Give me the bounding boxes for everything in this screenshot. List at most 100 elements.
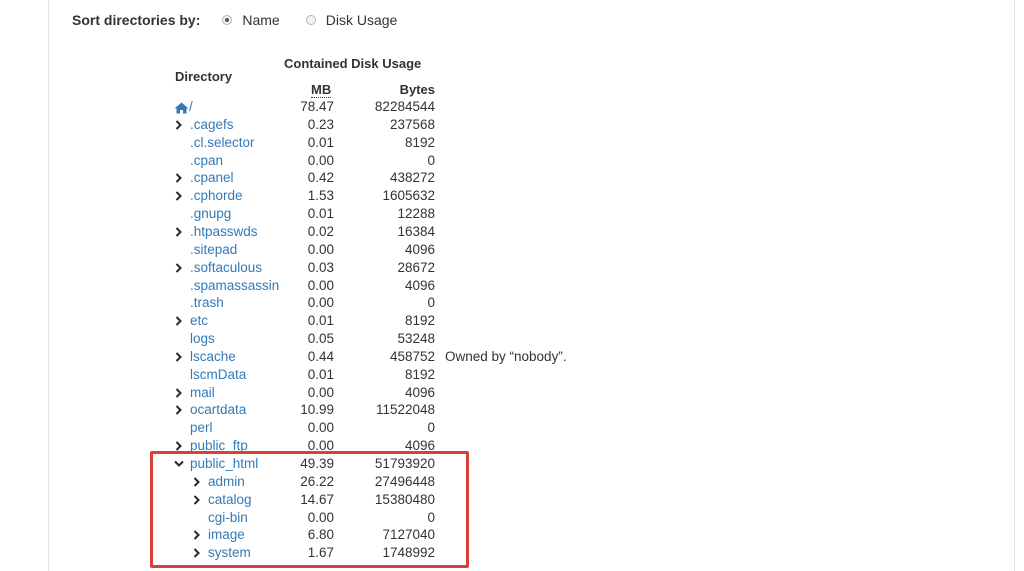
chevron-right-icon[interactable] (173, 437, 185, 455)
mb-value: 0.00 (307, 152, 334, 168)
chevron-right-icon[interactable] (173, 401, 185, 419)
directory-link[interactable]: logs (190, 330, 215, 348)
directory-link[interactable]: .cagefs (190, 116, 234, 134)
directory-link[interactable]: .cphorde (190, 187, 243, 205)
directory-link[interactable]: .gnupg (190, 205, 231, 223)
directory-link[interactable]: .softaculous (190, 259, 262, 277)
mb-value: 0.00 (307, 509, 334, 525)
directory-link[interactable]: .cl.selector (190, 134, 255, 152)
chevron-right-icon[interactable] (173, 116, 185, 134)
table-row: image 6.80 7127040 (0, 526, 1024, 544)
sort-by-name-option[interactable]: Name (222, 12, 280, 28)
directory-link[interactable]: .trash (190, 294, 224, 312)
table-row: .softaculous 0.03 28672 (0, 259, 1024, 277)
table-row: public_ftp 0.00 4096 (0, 437, 1024, 455)
mb-value: 0.00 (307, 277, 334, 293)
mb-column-header[interactable]: MB (311, 83, 332, 98)
contained-disk-usage-header: Contained Disk Usage (284, 56, 422, 71)
bytes-value: 0 (427, 152, 435, 168)
directory-link[interactable]: / (189, 98, 193, 116)
directory-link[interactable]: etc (190, 312, 208, 330)
chevron-right-icon[interactable] (173, 259, 185, 277)
chevron-right-icon[interactable] (173, 187, 185, 205)
directory-link[interactable]: .cpan (190, 152, 223, 170)
sort-by-disk-usage-option[interactable]: Disk Usage (305, 12, 398, 28)
table-row: .spamassassin 0.00 4096 (0, 277, 1024, 295)
directory-link[interactable]: ocartdata (190, 401, 246, 419)
mb-value: 14.67 (300, 491, 334, 507)
mb-value: 49.39 (300, 456, 334, 471)
chevron-right-icon[interactable] (173, 223, 185, 241)
table-row: / 78.47 82284544 (0, 98, 1024, 116)
directory-link[interactable]: system (208, 544, 251, 562)
chevron-right-icon[interactable] (191, 491, 203, 509)
chevron-right-icon[interactable] (191, 544, 203, 562)
bytes-value: 4096 (404, 277, 435, 293)
chevron-right-icon[interactable] (173, 169, 185, 187)
mb-value: 26.22 (300, 473, 334, 489)
bytes-value: 438272 (389, 170, 435, 186)
chevron-right-icon[interactable] (191, 526, 203, 544)
owner-note: Owned by “nobody”. (445, 348, 567, 364)
directory-link[interactable]: admin (208, 473, 245, 491)
table-row: .cphorde 1.53 1605632 (0, 187, 1024, 205)
table-row: perl 0.00 0 (0, 419, 1024, 437)
sort-by-name-radio[interactable] (222, 15, 233, 25)
bytes-value: 53248 (397, 331, 435, 347)
mb-value: 78.47 (300, 99, 334, 114)
table-row: public_html 49.39 51793920 (0, 455, 1024, 473)
sort-by-disk-usage-radio[interactable] (305, 15, 316, 25)
directory-link[interactable]: catalog (208, 491, 252, 509)
directory-link[interactable]: cgi-bin (208, 509, 248, 527)
table-row: mail 0.00 4096 (0, 384, 1024, 402)
sort-bar: Sort directories by: Name Disk Usage (72, 12, 423, 28)
bytes-value: 7127040 (382, 527, 435, 543)
disk-usage-page: Sort directories by: Name Disk Usage Dir… (0, 0, 1024, 571)
sort-by-name-label: Name (242, 12, 280, 28)
table-row: .cpanel 0.42 438272 (0, 169, 1024, 187)
chevron-right-icon[interactable] (191, 473, 203, 491)
directory-link[interactable]: mail (190, 384, 215, 402)
table-row: ocartdata 10.99 11522048 (0, 401, 1024, 419)
mb-value: 0.42 (307, 170, 334, 186)
directory-link[interactable]: lscmData (190, 366, 246, 384)
mb-value: 0.00 (307, 295, 334, 311)
bytes-value: 0 (427, 509, 435, 525)
bytes-value: 4096 (404, 438, 435, 454)
directory-link[interactable]: .cpanel (190, 169, 234, 187)
directory-link[interactable]: perl (190, 419, 213, 437)
directory-link[interactable]: public_ftp (190, 437, 248, 455)
bytes-value: 12288 (397, 206, 435, 222)
directory-link[interactable]: lscache (190, 348, 236, 366)
chevron-right-icon[interactable] (173, 312, 185, 330)
bytes-value: 237568 (389, 116, 435, 132)
chevron-right-icon[interactable] (173, 348, 185, 366)
bytes-value: 4096 (404, 241, 435, 257)
bytes-value: 4096 (404, 384, 435, 400)
bytes-value: 1605632 (382, 188, 435, 204)
bytes-value: 458752 (389, 348, 435, 364)
sort-by-disk-usage-label: Disk Usage (325, 12, 398, 28)
mb-value: 0.01 (307, 366, 334, 382)
mb-value: 0.44 (307, 348, 334, 364)
directory-header: Directory (175, 69, 233, 84)
bytes-value: 11522048 (375, 402, 435, 418)
mb-value: 0.01 (307, 134, 334, 150)
directory-link[interactable]: image (208, 526, 245, 544)
bytes-column-header: Bytes (399, 82, 435, 97)
table-row: .cpan 0.00 0 (0, 152, 1024, 170)
directory-link[interactable]: public_html (190, 455, 258, 473)
chevron-right-icon[interactable] (173, 384, 185, 402)
directory-link[interactable]: .htpasswds (190, 223, 258, 241)
home-icon[interactable] (174, 101, 189, 114)
mb-value: 0.23 (307, 116, 334, 132)
mb-value: 0.00 (307, 241, 334, 257)
chevron-down-icon[interactable] (173, 455, 185, 473)
directory-link[interactable]: .spamassassin (190, 277, 279, 295)
directory-link[interactable]: .sitepad (190, 241, 237, 259)
table-row: .gnupg 0.01 12288 (0, 205, 1024, 223)
bytes-value: 0 (427, 420, 435, 436)
table-row: .cl.selector 0.01 8192 (0, 134, 1024, 152)
mb-value: 0.03 (307, 259, 334, 275)
bytes-value: 15380480 (374, 491, 435, 507)
